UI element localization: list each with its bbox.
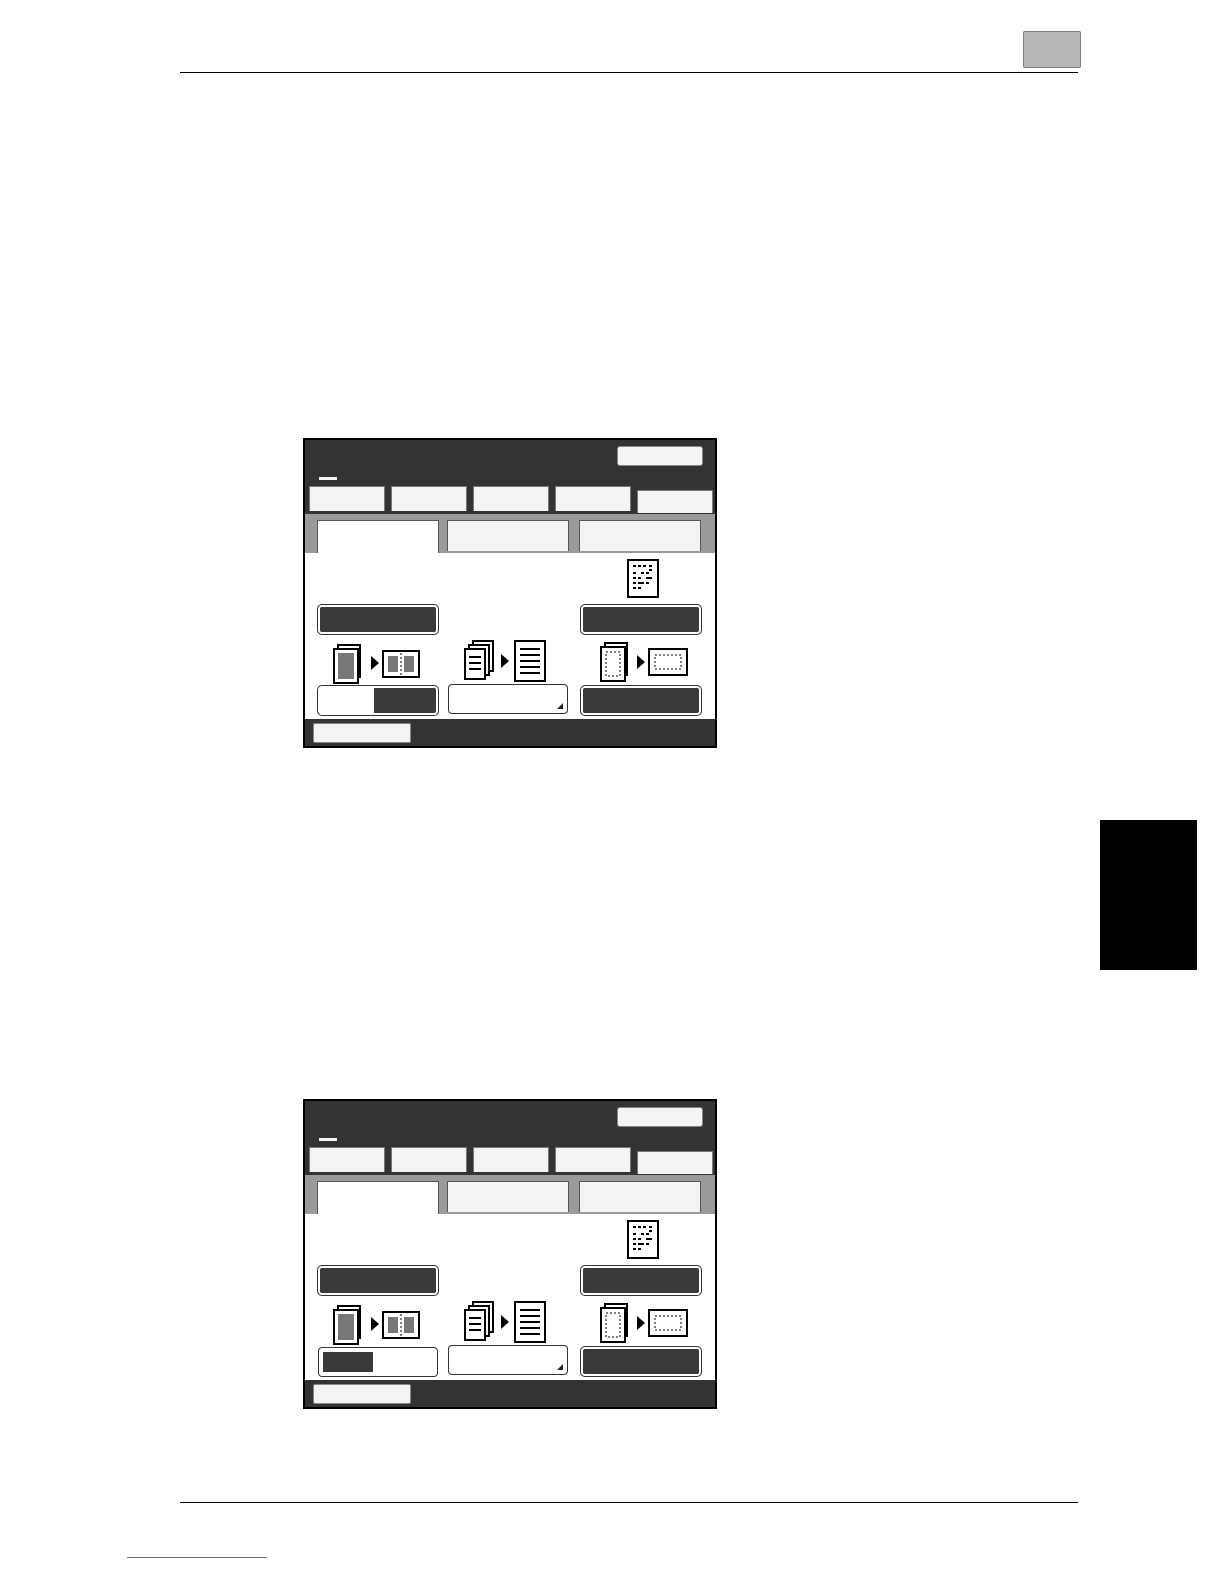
right-option-button[interactable] xyxy=(580,1346,702,1377)
middle-option-button[interactable] xyxy=(448,1345,568,1375)
page-to-frame-icon xyxy=(600,642,688,682)
footer-link-underline[interactable] xyxy=(127,1557,267,1558)
middle-option-button[interactable] xyxy=(448,684,568,714)
left-setting-button[interactable] xyxy=(317,604,439,635)
subtab-1-active[interactable] xyxy=(317,1181,439,1218)
page-to-book-icon xyxy=(333,1305,420,1345)
tab-5-active[interactable] xyxy=(637,490,713,513)
function-area xyxy=(305,553,715,719)
tab-3[interactable] xyxy=(473,486,549,511)
left-option-fill xyxy=(374,688,436,713)
stacked-to-page-icon xyxy=(464,1301,546,1343)
corner-indicator-icon xyxy=(557,1364,563,1370)
left-option-button[interactable] xyxy=(318,1347,438,1377)
page-to-book-icon xyxy=(333,644,420,684)
subtab-3[interactable] xyxy=(579,1181,701,1212)
bottom-left-button[interactable] xyxy=(313,1384,411,1404)
right-option-button[interactable] xyxy=(580,685,702,716)
tab-4[interactable] xyxy=(555,486,631,511)
left-setting-button[interactable] xyxy=(317,1265,439,1296)
chapter-number-tab xyxy=(1023,31,1081,68)
tab-4[interactable] xyxy=(555,1147,631,1172)
text-document-icon xyxy=(627,1220,659,1259)
subtab-1-active[interactable] xyxy=(317,520,439,557)
right-setting-button[interactable] xyxy=(580,1265,702,1296)
tab-1[interactable] xyxy=(309,1147,385,1172)
page-to-frame-icon xyxy=(600,1303,688,1343)
subtab-3[interactable] xyxy=(579,520,701,551)
title-mark xyxy=(319,1138,337,1141)
tab-1[interactable] xyxy=(309,486,385,511)
tab-2[interactable] xyxy=(391,486,467,511)
top-right-button[interactable] xyxy=(617,446,703,466)
left-option-button[interactable] xyxy=(317,685,439,716)
corner-indicator-icon xyxy=(557,703,563,709)
stacked-to-page-icon xyxy=(464,640,546,682)
subtab-2[interactable] xyxy=(447,520,569,551)
bottom-left-button[interactable] xyxy=(313,723,411,743)
touch-panel-screen-2 xyxy=(303,1099,717,1409)
tab-5-active[interactable] xyxy=(637,1151,713,1174)
right-setting-button[interactable] xyxy=(580,604,702,635)
footer-rule xyxy=(180,1502,1078,1503)
tab-3[interactable] xyxy=(473,1147,549,1172)
top-right-button[interactable] xyxy=(617,1107,703,1127)
subtab-2[interactable] xyxy=(447,1181,569,1212)
left-option-fill xyxy=(323,1352,373,1372)
chapter-side-tab xyxy=(1100,820,1197,970)
title-mark xyxy=(319,477,337,480)
text-document-icon xyxy=(627,559,659,598)
function-area xyxy=(305,1214,715,1380)
touch-panel-screen-1 xyxy=(303,438,717,748)
tab-2[interactable] xyxy=(391,1147,467,1172)
header-rule xyxy=(180,72,1078,73)
